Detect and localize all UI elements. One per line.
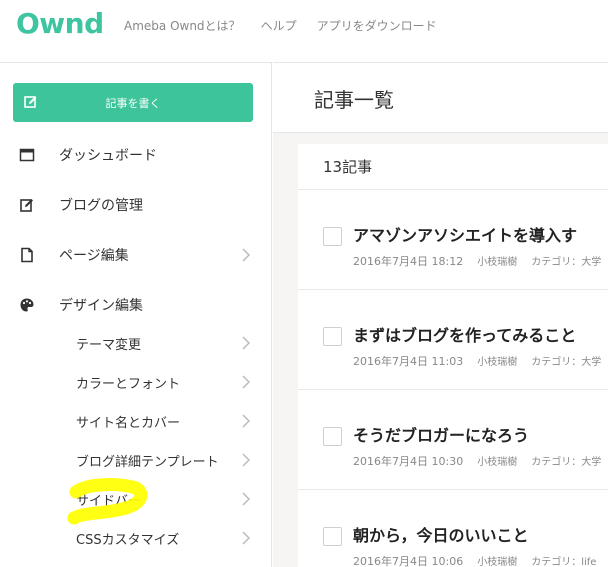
article-count: 13記事 <box>323 158 373 176</box>
page-title: 記事一覧 <box>314 88 394 112</box>
article-row[interactable]: まずはブログを作ってみること 2016年7月4日 11:03 小枝瑞樹 カテゴリ：大… <box>298 290 608 390</box>
ownd-logo[interactable]: Ownd <box>16 7 104 40</box>
article-author: 小枝瑞樹 <box>477 357 518 368</box>
article-meta: 2016年7月4日 11:03 小枝瑞樹 カテゴリ：大学 <box>353 353 608 369</box>
sidebar-item-label: ブログの管理 <box>59 198 143 214</box>
article-checkbox[interactable] <box>323 327 342 346</box>
article-date: 2016年7月4日 10:30 <box>353 455 464 468</box>
article-meta: 2016年7月4日 10:06 小枝瑞樹 カテゴリ：life <box>353 553 608 567</box>
article-title[interactable]: まずはブログを作ってみること <box>353 322 576 346</box>
edit-icon <box>20 199 33 212</box>
article-category: カテゴリ：大学 <box>531 457 602 468</box>
subitem-blog-detail-template[interactable]: ブログ詳細テンプレート <box>0 442 272 478</box>
article-checkbox[interactable] <box>323 227 342 246</box>
chevron-right-icon <box>242 414 250 428</box>
article-title[interactable]: アマゾンアソシエイトを導入す <box>353 222 577 246</box>
sidebar-item-page-edit[interactable]: ページ編集 <box>0 235 272 275</box>
sidebar-item-label: ダッシュボード <box>59 148 157 164</box>
chevron-right-icon <box>242 531 250 545</box>
article-row[interactable]: アマゾンアソシエイトを導入す 2016年7月4日 18:12 小枝瑞樹 カテゴリ：大… <box>298 190 608 290</box>
subitem-label: テーマ変更 <box>76 338 142 353</box>
main-content: 記事一覧 13記事 アマゾンアソシエイトを導入す 2016年7月4日 18:12… <box>273 62 608 567</box>
subitem-label: カラーとフォント <box>76 377 181 392</box>
subitem-label: CSSカスタマイズ <box>76 533 180 548</box>
sidebar-item-label: デザイン編集 <box>59 298 143 314</box>
write-article-button[interactable]: 記事を書く <box>13 83 253 122</box>
article-checkbox[interactable] <box>323 527 342 546</box>
article-list: 13記事 アマゾンアソシエイトを導入す 2016年7月4日 18:12 小枝瑞樹カ… <box>298 144 608 567</box>
sidebar-item-blog-management[interactable]: ブログの管理 <box>0 185 272 225</box>
article-checkbox[interactable] <box>323 427 342 446</box>
chevron-right-icon <box>242 492 250 506</box>
chevron-right-icon <box>242 336 250 350</box>
calendar-icon <box>19 148 35 162</box>
yellow-marker-annotation <box>67 478 148 525</box>
sidebar-item-design-edit[interactable]: デザイン編集 <box>0 285 272 325</box>
write-article-label: 記事を書く <box>105 96 161 110</box>
top-header: Ownd Ameba Owndとは？ ヘルプ アプリをダウンロード <box>0 0 608 50</box>
subitem-label: ブログ詳細テンプレート <box>76 455 219 470</box>
article-category: カテゴリ：大学 <box>531 257 602 268</box>
subitem-color-font[interactable]: カラーとフォント <box>0 364 272 400</box>
article-author: 小枝瑞樹 <box>477 457 518 468</box>
article-title[interactable]: 朝から，今日のいいこと <box>353 522 529 546</box>
sidebar-item-dashboard[interactable]: ダッシュボード <box>0 135 272 175</box>
article-row[interactable]: 朝から，今日のいいこと 2016年7月4日 10:06 小枝瑞樹 カテゴリ：life <box>298 490 608 567</box>
article-author: 小枝瑞樹 <box>477 257 518 268</box>
subitem-site-name-cover[interactable]: サイト名とカバー <box>0 403 272 439</box>
nav-help-link[interactable]: ヘルプ <box>261 17 297 34</box>
article-meta: 2016年7月4日 18:12 小枝瑞樹 カテゴリ：大学 <box>353 253 608 269</box>
pencil-square-icon <box>24 96 37 108</box>
page-icon <box>21 247 33 263</box>
chevron-right-icon <box>242 248 250 262</box>
article-row[interactable]: そうだブロガーになろう 2016年7月4日 10:30 小枝瑞樹 カテゴリ：大学 <box>298 390 608 490</box>
nav-about-link[interactable]: Ameba Owndとは？ <box>124 17 241 34</box>
chevron-right-icon <box>242 375 250 389</box>
article-date: 2016年7月4日 11:03 <box>353 355 464 368</box>
sidebar-item-label: ページ編集 <box>59 248 129 264</box>
article-date: 2016年7月4日 18:12 <box>353 255 464 268</box>
article-author: 小枝瑞樹 <box>477 557 518 567</box>
subitem-label: サイト名とカバー <box>76 416 181 431</box>
article-category: カテゴリ：life <box>531 557 597 567</box>
chevron-right-icon <box>242 453 250 467</box>
nav-app-download-link[interactable]: アプリをダウンロード <box>317 17 437 34</box>
subitem-theme-change[interactable]: テーマ変更 <box>0 325 272 361</box>
top-nav: Ameba Owndとは？ ヘルプ アプリをダウンロード <box>124 17 437 34</box>
article-date: 2016年7月4日 10:06 <box>353 555 464 567</box>
palette-icon <box>20 298 34 312</box>
article-title[interactable]: そうだブロガーになろう <box>353 422 529 446</box>
page-title-bar: 記事一覧 <box>273 63 608 133</box>
article-category: カテゴリ：大学 <box>531 357 602 368</box>
article-meta: 2016年7月4日 10:30 小枝瑞樹 カテゴリ：大学 <box>353 453 608 469</box>
